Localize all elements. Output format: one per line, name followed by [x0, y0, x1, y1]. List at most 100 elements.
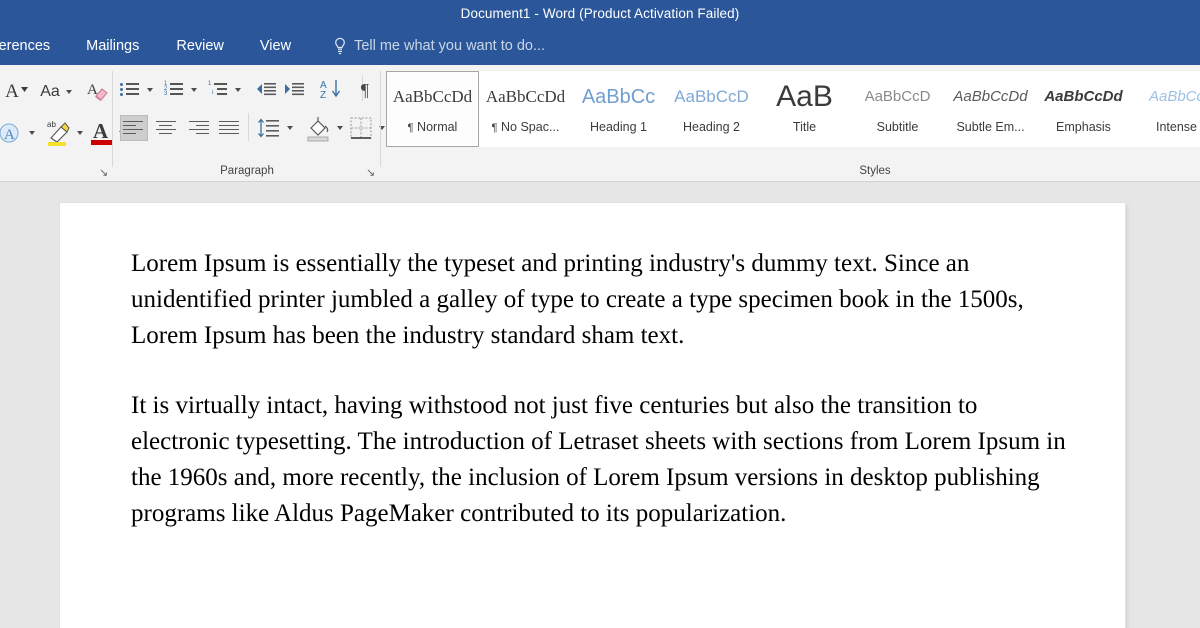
paint-bucket-icon [307, 117, 329, 142]
style-subtitle[interactable]: AaBbCcD Subtitle [851, 71, 944, 147]
style-intense-emphasis[interactable]: AaBbCc Intense [1130, 71, 1200, 147]
document-canvas[interactable]: Lorem Ipsum is essentially the typeset a… [0, 182, 1200, 628]
document-paragraph[interactable]: Lorem Ipsum is essentially the typeset a… [131, 246, 1071, 354]
style-preview: AaBbCcD [864, 88, 931, 105]
style-heading-1[interactable]: AaBbCc Heading 1 [572, 71, 665, 147]
bullets-dropdown[interactable] [144, 84, 156, 96]
font-dialog-launcher[interactable]: ↘ [99, 163, 112, 179]
pilcrow-icon: ¶ [407, 122, 414, 134]
tell-me-box[interactable]: Tell me what you want to do... [333, 37, 545, 55]
style-label: Title [792, 120, 817, 134]
tab-mailings[interactable]: Mailings [84, 34, 141, 58]
ribbon-group-font: A Aa A A ab A ↘ [0, 65, 125, 181]
document-paragraph[interactable]: It is virtually intact, having withstood… [131, 388, 1071, 532]
tab-review[interactable]: Review [174, 34, 226, 58]
align-left-button[interactable] [120, 115, 148, 141]
style-preview: AaBbCc [581, 86, 656, 108]
numbering-dropdown[interactable] [188, 84, 200, 96]
style-preview: AaBbCcDd [392, 87, 473, 106]
style-heading-2[interactable]: AaBbCcD Heading 2 [665, 71, 758, 147]
sort-az-icon: A Z [320, 80, 341, 100]
svg-text:ab: ab [47, 120, 56, 129]
clear-formatting-button[interactable]: A [84, 78, 110, 106]
style-label: ¶ Normal [407, 120, 458, 134]
bullet-list-icon [120, 81, 140, 97]
style-normal[interactable]: AaBbCcDd ¶ Normal [386, 71, 479, 147]
multilevel-list-icon: 1 i [208, 81, 228, 97]
chevron-down-icon [147, 88, 153, 92]
title-bar: Document1 - Word (Product Activation Fai… [0, 0, 1200, 27]
ribbon-tab-strip: References Mailings Review View Tell me … [0, 27, 1200, 65]
style-preview: AaBbCcD [674, 87, 749, 106]
decrease-indent-button[interactable] [254, 79, 278, 99]
paragraph-group-label: Paragraph [220, 165, 274, 177]
numbered-list-icon: 1 2 3 [164, 81, 184, 97]
style-label: Heading 1 [590, 120, 647, 134]
align-center-button[interactable] [152, 115, 180, 141]
show-formatting-marks-button[interactable]: ¶ [354, 78, 376, 102]
text-effects-button[interactable]: A [0, 119, 24, 147]
group-separator [380, 71, 381, 167]
paragraph-dialog-launcher[interactable]: ↘ [366, 163, 379, 179]
style-label: Emphasis [1056, 120, 1111, 134]
down-arrow-icon [20, 86, 28, 92]
sort-button[interactable]: A Z [318, 77, 344, 101]
document-body[interactable]: Lorem Ipsum is essentially the typeset a… [131, 246, 1071, 566]
align-right-icon [187, 120, 209, 136]
style-no-spacing[interactable]: AaBbCcDd ¶ No Spac... [479, 71, 572, 147]
style-emphasis[interactable]: AaBbCcDd Emphasis [1037, 71, 1130, 147]
multilevel-list-button[interactable]: 1 i [206, 79, 230, 99]
style-label: Subtle Em... [956, 120, 1025, 134]
chevron-down-icon [191, 88, 197, 92]
style-label: Heading 2 [683, 120, 740, 134]
numbering-button[interactable]: 1 2 3 [162, 79, 186, 99]
font-color-button[interactable]: A [90, 117, 114, 147]
line-spacing-dropdown[interactable] [284, 122, 296, 134]
svg-text:Z: Z [320, 90, 326, 100]
align-center-icon [155, 120, 177, 136]
highlighter-icon: ab [47, 120, 70, 146]
tell-me-placeholder: Tell me what you want to do... [354, 38, 546, 54]
dialog-launcher-glyph: ↘ [99, 167, 109, 179]
tab-references[interactable]: References [0, 34, 52, 58]
style-label: ¶ No Spac... [491, 120, 560, 134]
highlight-color-dropdown[interactable] [74, 127, 86, 139]
mini-separator [248, 113, 249, 141]
change-case-button[interactable]: Aa [36, 79, 76, 105]
svg-text:A: A [93, 119, 109, 143]
text-effects-dropdown[interactable] [26, 127, 38, 139]
pilcrow-icon: ¶ [360, 79, 370, 100]
borders-button[interactable] [348, 115, 374, 141]
chevron-down-icon [287, 126, 293, 130]
group-separator [112, 71, 113, 167]
multilevel-list-dropdown[interactable] [232, 84, 244, 96]
chevron-down-icon [337, 126, 343, 130]
styles-group-label: Styles [859, 165, 891, 177]
align-left-icon [123, 120, 145, 136]
document-page[interactable]: Lorem Ipsum is essentially the typeset a… [60, 203, 1125, 628]
svg-text:A: A [4, 127, 15, 143]
pilcrow-icon: ¶ [491, 122, 498, 134]
chevron-down-icon [65, 90, 72, 94]
styles-gallery: AaBbCcDd ¶ Normal AaBbCcDd ¶ No Spac... … [386, 71, 1200, 149]
text-highlight-color-button[interactable]: ab [44, 117, 72, 147]
increase-indent-button[interactable] [282, 79, 306, 99]
bullets-button[interactable] [118, 79, 142, 99]
style-title[interactable]: AaB Title [758, 71, 851, 147]
style-subtle-emphasis[interactable]: AaBbCcDd Subtle Em... [944, 71, 1037, 147]
style-preview: AaBbCcDd [1044, 88, 1123, 105]
align-right-button[interactable] [184, 115, 212, 141]
shading-dropdown[interactable] [334, 122, 346, 134]
text-effects-icon: A [0, 123, 19, 143]
decrease-font-size-button[interactable]: A [2, 79, 32, 105]
window-title: Document1 - Word (Product Activation Fai… [460, 6, 740, 21]
style-preview: AaBbCc [1148, 88, 1200, 105]
clear-formatting-icon: A [87, 82, 108, 101]
tab-view[interactable]: View [258, 34, 293, 58]
line-spacing-button[interactable] [256, 115, 282, 141]
borders-icon [350, 117, 372, 139]
justify-button[interactable] [216, 115, 244, 141]
shading-button[interactable] [304, 113, 332, 143]
justify-icon [219, 120, 241, 136]
font-color-icon: A [91, 119, 112, 145]
